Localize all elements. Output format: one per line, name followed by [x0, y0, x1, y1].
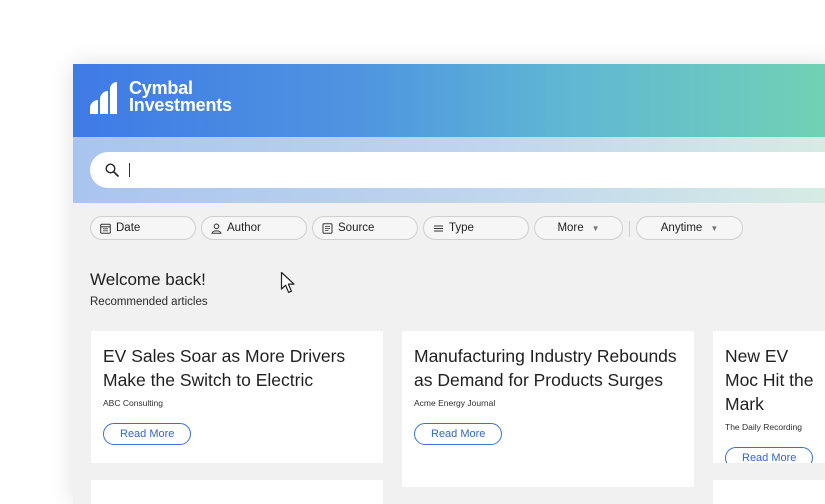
search-input[interactable]	[129, 163, 434, 177]
filter-source-label: Source	[338, 222, 375, 234]
article-card-partial	[91, 480, 383, 504]
read-more-button[interactable]: Read More	[725, 447, 814, 463]
brand-name-line2: Investments	[129, 95, 232, 115]
search-bar[interactable]	[90, 152, 825, 188]
article-source: The Daily Recording	[725, 422, 803, 432]
filter-type[interactable]: Type	[423, 216, 529, 240]
article-source: Acme Energy Journal	[414, 398, 496, 408]
read-more-button[interactable]: Read More	[414, 423, 503, 445]
filter-date-label: Date	[116, 222, 141, 234]
document-icon	[322, 222, 333, 234]
logo-icon	[90, 80, 117, 114]
calendar-icon	[100, 223, 111, 234]
mouse-cursor-icon	[280, 271, 295, 293]
filter-more[interactable]: More ▼	[534, 216, 623, 240]
filter-anytime-label: Anytime	[660, 222, 703, 234]
person-icon	[211, 223, 222, 234]
search-icon	[105, 163, 119, 177]
article-card-partial	[713, 480, 825, 504]
lines-icon	[434, 225, 443, 231]
article-card: Manufacturing Industry Rebounds as Deman…	[402, 331, 694, 487]
filter-anytime[interactable]: Anytime ▼	[636, 216, 743, 240]
welcome-heading: Welcome back!	[90, 270, 206, 289]
chevron-down-icon: ▼	[710, 223, 719, 233]
filter-date[interactable]: Date	[90, 216, 196, 240]
article-source: ABC Consulting	[103, 398, 164, 408]
brand-logo[interactable]: Cymbal Investments	[90, 79, 232, 115]
app-header: Cymbal Investments	[73, 64, 825, 137]
recommended-subtitle: Recommended articles	[90, 296, 208, 308]
article-title[interactable]: EV Sales Soar as More Drivers Make the S…	[103, 344, 371, 392]
filter-divider	[629, 221, 630, 237]
article-title[interactable]: Manufacturing Industry Rebounds as Deman…	[414, 344, 682, 392]
brand-name: Cymbal Investments	[129, 79, 232, 115]
filter-author-label: Author	[227, 222, 261, 234]
filter-type-label: Type	[449, 222, 474, 234]
chevron-down-icon: ▼	[591, 223, 600, 233]
article-card: EV Sales Soar as More Drivers Make the S…	[91, 331, 383, 463]
app-window: Cymbal Investments Date Author Source Ty…	[73, 64, 825, 504]
article-title[interactable]: New EV Moc Hit the Mark	[725, 344, 825, 416]
read-more-button[interactable]: Read More	[103, 423, 192, 445]
filter-more-label: More	[557, 222, 584, 234]
filter-author[interactable]: Author	[201, 216, 307, 240]
article-card: New EV Moc Hit the Mark The Daily Record…	[713, 331, 825, 463]
filter-source[interactable]: Source	[312, 216, 418, 240]
search-band	[73, 137, 825, 203]
